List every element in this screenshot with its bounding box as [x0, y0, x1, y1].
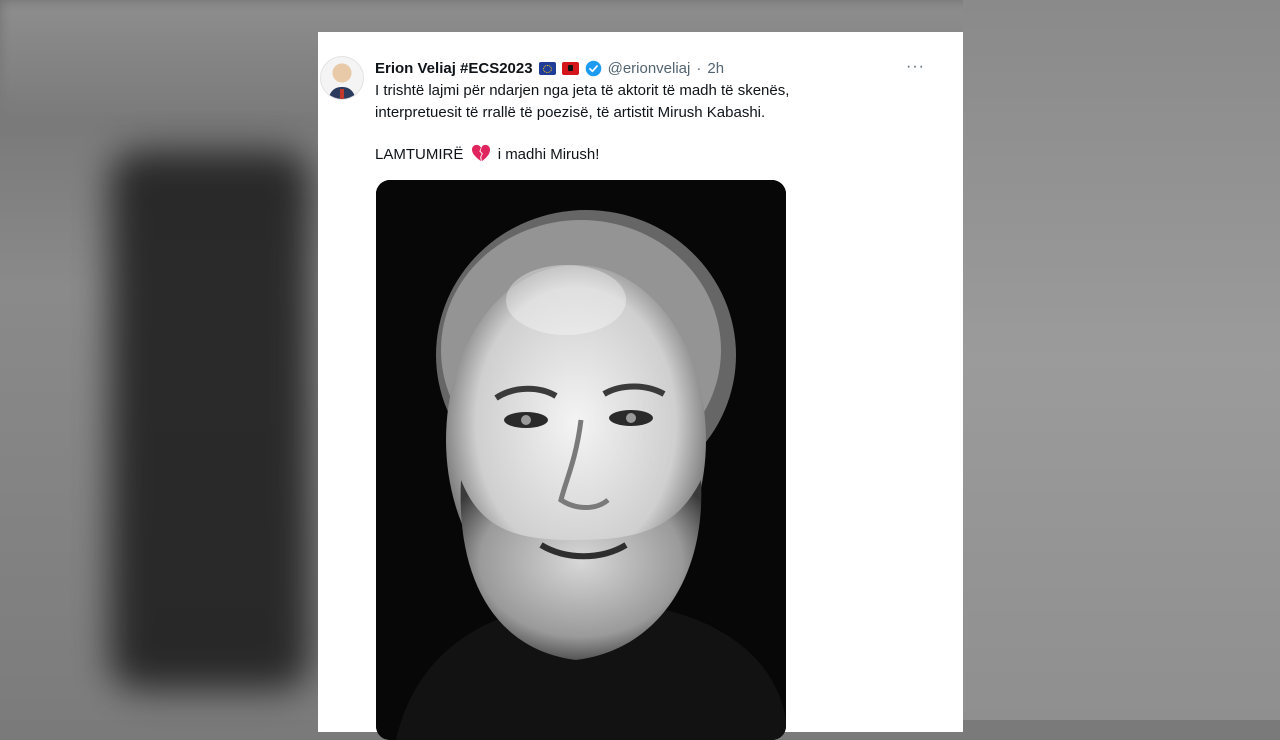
- tweet-timestamp[interactable]: 2h: [707, 60, 724, 77]
- backdrop-right-panel: [963, 0, 1280, 720]
- author-handle[interactable]: @erionveliaj: [608, 60, 691, 77]
- tweet-farewell-line: LAMTUMIRË i madhi Mirush!: [375, 144, 599, 166]
- farewell-suffix: i madhi Mirush!: [497, 146, 600, 163]
- avatar-tie: [340, 89, 344, 99]
- more-options-icon[interactable]: ···: [906, 59, 925, 75]
- author-avatar[interactable]: [320, 56, 364, 100]
- header-separator: ·: [696, 59, 702, 77]
- farewell-prefix: LAMTUMIRË: [375, 146, 464, 163]
- tweet-text-line-2: interpretuesit të rrallë të poezisë, të …: [375, 104, 766, 121]
- broken-heart-icon: [471, 144, 490, 162]
- tweet-photo[interactable]: [376, 180, 786, 740]
- verified-badge-icon: [585, 60, 601, 76]
- tweet-card: Erion Veliaj #ECS2023 @erionveliaj · 2h …: [318, 32, 963, 740]
- backdrop-blurred-photo: [110, 150, 310, 690]
- tweet-header: Erion Veliaj #ECS2023 @erionveliaj · 2h: [375, 57, 724, 79]
- author-name[interactable]: Erion Veliaj #ECS2023: [375, 60, 533, 77]
- tweet-text-line-1: I trishtë lajmi për ndarjen nga jeta të …: [375, 82, 790, 99]
- albania-flag-icon: [561, 61, 579, 75]
- eu-flag-icon: [538, 61, 556, 75]
- portrait-image: [376, 180, 786, 740]
